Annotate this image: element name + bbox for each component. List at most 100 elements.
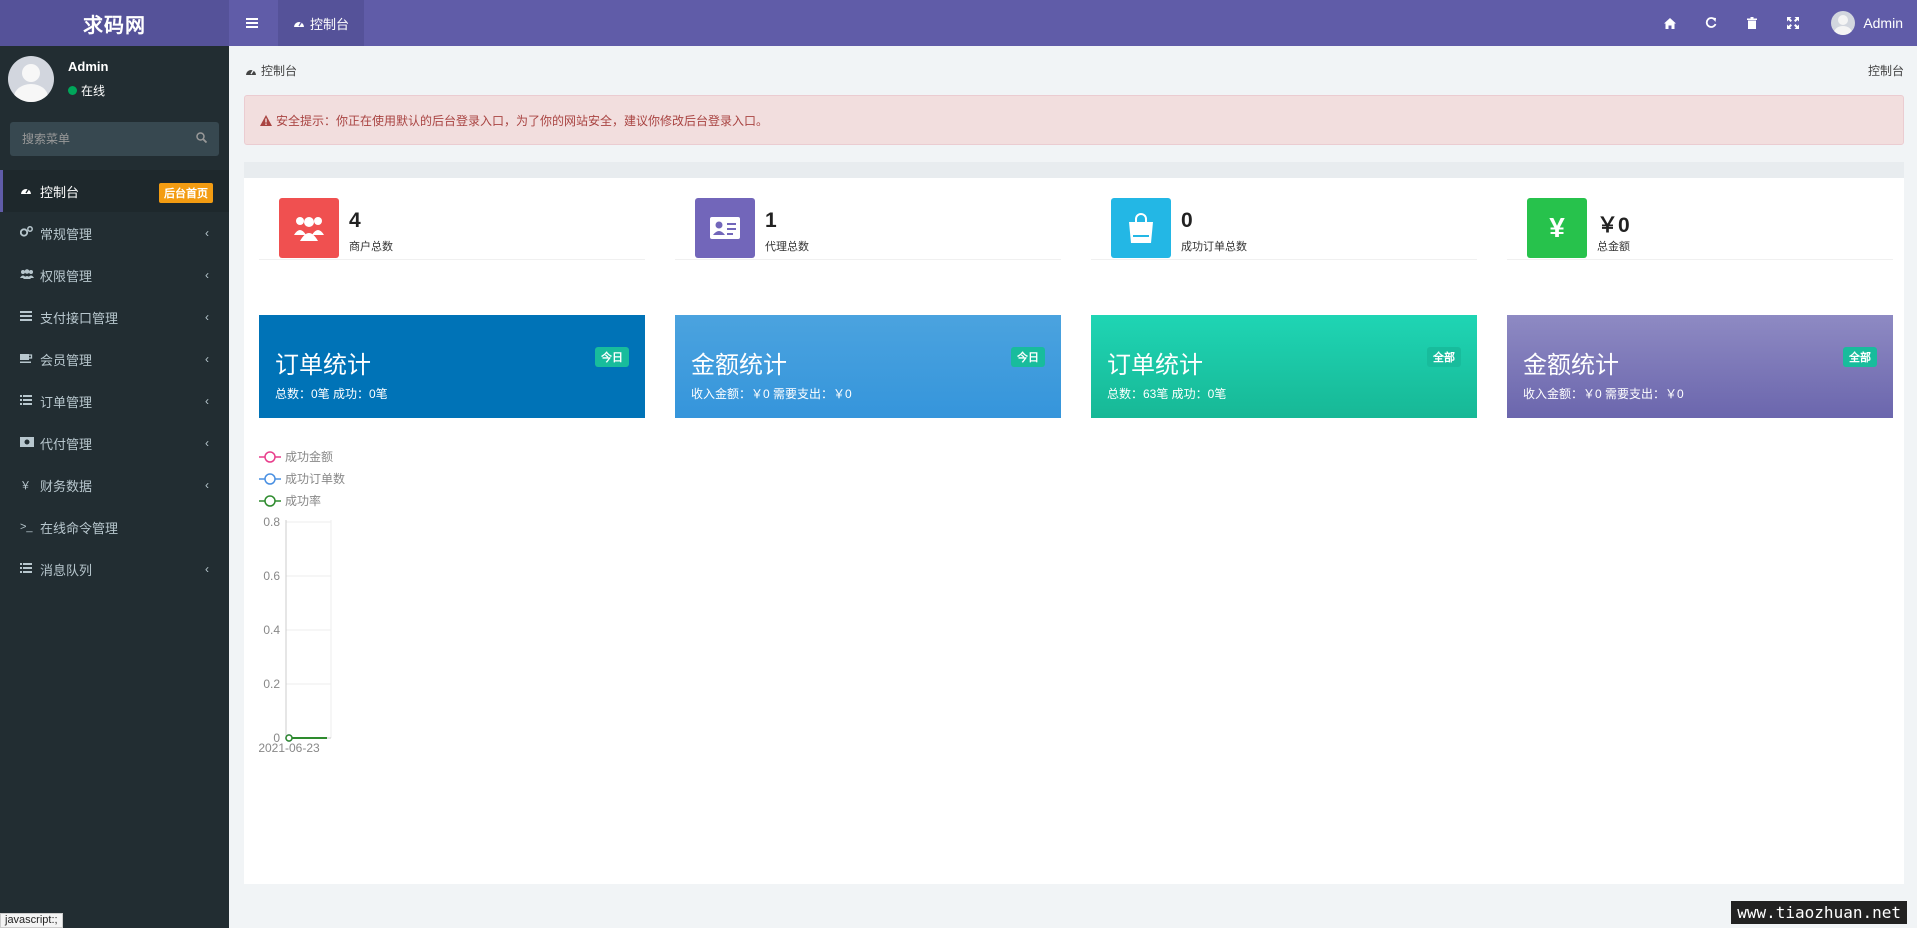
alert-text: 安全提示：你正在使用默认的后台登录入口，为了你的网站安全，建议你修改后台登录入口… xyxy=(276,113,769,128)
sidebar-item-general[interactable]: 常规管理 ‹ xyxy=(0,212,229,254)
stat-label: 代理总数 xyxy=(765,241,809,253)
dashboard-icon xyxy=(293,21,304,27)
tab-label: 控制台 xyxy=(309,16,349,32)
sidebar-item-order[interactable]: 订单管理 ‹ xyxy=(0,380,229,422)
sidebar-item-payout[interactable]: 代付管理 ‹ xyxy=(0,422,229,464)
chevron-left-icon: ‹ xyxy=(205,310,209,324)
watermark: www.tiaozhuan.net xyxy=(1731,901,1907,924)
chevron-left-icon: ‹ xyxy=(205,562,209,576)
sidebar-item-label: 支付接口管理 xyxy=(40,310,119,326)
sidebar-item-queue[interactable]: 消息队列 ‹ xyxy=(0,548,229,590)
sidebar-menu: 控制台 后台首页 常规管理 ‹ 权限管理 ‹ 支付接口管理 ‹ 会员管理 ‹ 订… xyxy=(0,170,229,590)
sidebar-item-label: 控制台 xyxy=(40,184,80,200)
search-icon[interactable] xyxy=(196,132,208,146)
card-badge: 全部 xyxy=(1427,347,1461,367)
home-badge: 后台首页 xyxy=(159,183,213,203)
refresh-button[interactable] xyxy=(1690,0,1731,46)
sidebar-item-member[interactable]: 会员管理 ‹ xyxy=(0,338,229,380)
x-tick-label: 2021-06-23 xyxy=(259,741,320,755)
card-title: 订单统计 xyxy=(1107,352,1203,379)
fullscreen-icon xyxy=(1786,17,1799,29)
header-username: Admin xyxy=(1863,15,1903,31)
chevron-left-icon: ‹ xyxy=(205,226,209,240)
panel-header xyxy=(244,162,1904,178)
yen-icon: ¥ xyxy=(1527,198,1587,258)
trash-icon xyxy=(1746,17,1757,29)
stat-value: 1 xyxy=(765,209,777,232)
dashboard-panel: 4 商户总数 1 代理总数 0 成功订单总数 ¥ ￥0 总金额 订单统计 今日 … xyxy=(244,162,1904,884)
card-subtitle: 总数：0笔 成功：0笔 xyxy=(275,387,388,401)
shopping-bag-icon xyxy=(1111,198,1171,258)
status-text: 在线 xyxy=(81,84,106,98)
users-icon xyxy=(279,198,339,258)
coffee-icon xyxy=(20,353,40,366)
sidebar-item-label: 消息队列 xyxy=(40,562,93,578)
card-title: 金额统计 xyxy=(691,352,787,379)
header-toolbar: Admin xyxy=(1649,0,1917,46)
sidebar-item-label: 在线命令管理 xyxy=(40,520,119,536)
chevron-left-icon: ‹ xyxy=(205,352,209,366)
breadcrumb-label[interactable]: 控制台 xyxy=(261,62,297,79)
sidebar: Admin 在线 控制台 后台首页 常规管理 ‹ xyxy=(0,46,229,928)
top-header: 求码网 控制台 Admin xyxy=(0,0,1917,46)
sidebar-search xyxy=(10,122,219,156)
dashboard-icon xyxy=(246,69,256,75)
money-icon xyxy=(20,436,40,450)
chevron-left-icon: ‹ xyxy=(205,394,209,408)
avatar xyxy=(1831,11,1856,35)
sidebar-item-label: 常规管理 xyxy=(40,226,93,242)
stats-chart: 成功金额 成功订单数 成功率 0 0.2 0.4 0.6 0.8 2021-06-23 xyxy=(259,448,379,868)
list-icon xyxy=(20,562,40,576)
tab-dashboard[interactable]: 控制台 xyxy=(278,0,364,46)
list-icon xyxy=(20,394,40,408)
card-badge: 今日 xyxy=(1011,347,1045,367)
clear-cache-button[interactable] xyxy=(1731,0,1772,46)
stat-agents: 1 代理总数 xyxy=(675,182,1061,260)
stat-label: 总金额 xyxy=(1597,241,1630,253)
user-status: 在线 xyxy=(68,82,105,99)
card-order-today: 订单统计 今日 总数：0笔 成功：0笔 xyxy=(259,315,645,418)
y-tick-label: 0.6 xyxy=(263,569,280,583)
card-order-all: 订单统计 全部 总数：63笔 成功：0笔 xyxy=(1091,315,1477,418)
stat-label: 商户总数 xyxy=(349,241,393,253)
sidebar-toggle-button[interactable] xyxy=(229,0,274,46)
chevron-left-icon: ‹ xyxy=(205,436,209,450)
user-panel: Admin 在线 xyxy=(0,46,229,116)
y-tick-label: 0.4 xyxy=(263,623,280,637)
stat-value: 0 xyxy=(1181,209,1193,232)
sidebar-item-finance[interactable]: ￥ 财务数据 ‹ xyxy=(0,464,229,506)
chart-plot: 00.20.40.60.82021-06-23 xyxy=(259,515,332,755)
sidebar-item-command[interactable]: >_ 在线命令管理 xyxy=(0,506,229,548)
hamburger-icon xyxy=(245,18,258,28)
sidebar-item-dashboard[interactable]: 控制台 后台首页 xyxy=(0,170,229,212)
card-subtitle: 收入金额：￥0 需要支出：￥0 xyxy=(691,387,852,401)
card-subtitle: 收入金额：￥0 需要支出：￥0 xyxy=(1523,387,1684,401)
search-input[interactable] xyxy=(22,132,182,146)
sidebar-item-payment[interactable]: 支付接口管理 ‹ xyxy=(0,296,229,338)
stat-label: 成功订单总数 xyxy=(1181,241,1247,253)
card-badge: 全部 xyxy=(1843,347,1877,367)
terminal-icon: >_ xyxy=(20,521,33,533)
card-badge: 今日 xyxy=(595,347,629,367)
stat-value: ￥0 xyxy=(1597,214,1630,237)
home-button[interactable] xyxy=(1649,0,1690,46)
card-title: 金额统计 xyxy=(1523,352,1619,379)
fullscreen-button[interactable] xyxy=(1772,0,1813,46)
yen-icon: ￥ xyxy=(20,480,31,492)
y-tick-label: 0.2 xyxy=(263,677,280,691)
stat-success-orders: 0 成功订单总数 xyxy=(1091,182,1477,260)
user-menu[interactable]: Admin xyxy=(1813,0,1917,46)
browser-status-bar: javascript:; xyxy=(0,913,63,928)
refresh-icon xyxy=(1705,17,1717,28)
online-dot-icon xyxy=(68,86,77,95)
group-icon xyxy=(20,268,40,282)
sidebar-item-label: 权限管理 xyxy=(40,268,93,284)
sidebar-item-label: 代付管理 xyxy=(40,436,93,452)
card-title: 订单统计 xyxy=(275,352,371,379)
logo[interactable]: 求码网 xyxy=(0,0,229,46)
avatar xyxy=(8,56,54,102)
card-amount-today: 金额统计 今日 收入金额：￥0 需要支出：￥0 xyxy=(675,315,1061,418)
card-subtitle: 总数：63笔 成功：0笔 xyxy=(1107,387,1227,401)
sidebar-item-auth[interactable]: 权限管理 ‹ xyxy=(0,254,229,296)
sidebar-username: Admin xyxy=(68,59,109,74)
